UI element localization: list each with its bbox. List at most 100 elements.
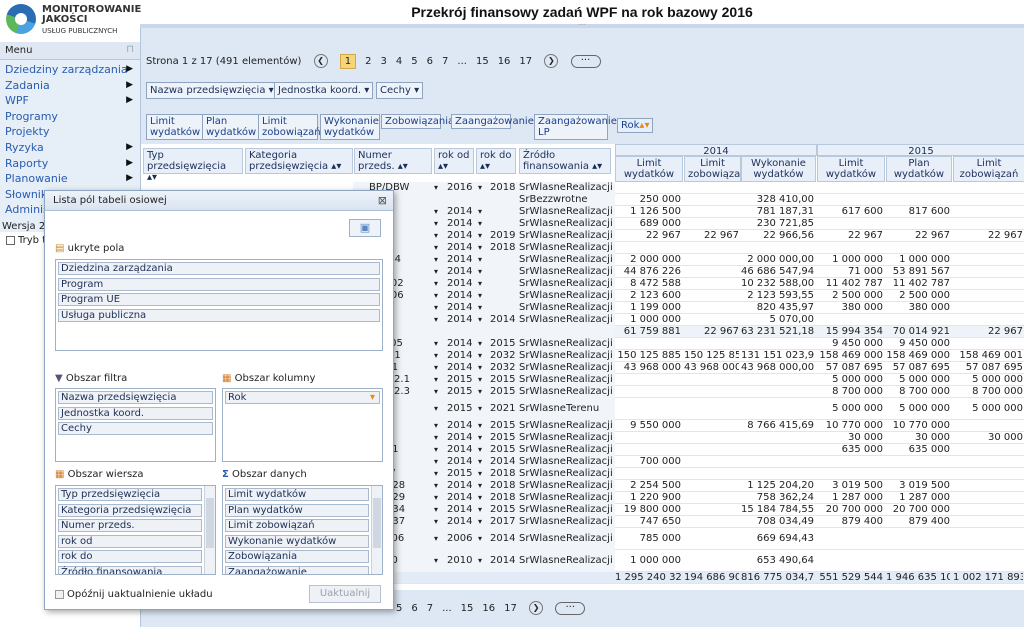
expand-icon[interactable]: ▾ bbox=[478, 290, 482, 302]
field-item[interactable]: Jednostka koord. bbox=[58, 406, 213, 420]
more-pages-button[interactable]: ··· bbox=[570, 54, 601, 68]
sort-dropdown-icon[interactable]: ▴▾ bbox=[328, 161, 341, 172]
field-item[interactable]: rok do bbox=[58, 550, 202, 563]
menu-item[interactable]: Ryzyka ▶ bbox=[5, 141, 133, 154]
expand-icon[interactable]: ▾ bbox=[478, 182, 482, 194]
expand-icon[interactable]: ▾ bbox=[478, 480, 482, 492]
column-fields-box[interactable]: Rok ▾ bbox=[222, 388, 383, 462]
expand-icon[interactable]: ▾ bbox=[478, 504, 482, 516]
field-item[interactable]: Program bbox=[58, 277, 380, 291]
row-field-header[interactable]: Kategoria przedsięwzięcia ▴▾ bbox=[245, 148, 353, 174]
page-link[interactable]: 3 bbox=[381, 56, 387, 67]
expand-icon[interactable]: ▾ bbox=[478, 456, 482, 468]
pin-icon[interactable]: ⊓ bbox=[126, 44, 134, 55]
expand-icon[interactable]: ▾ bbox=[434, 432, 438, 444]
field-item[interactable]: Źródło finansowania bbox=[58, 565, 202, 574]
dropdown-icon[interactable]: ▾ bbox=[411, 85, 419, 96]
sort-dropdown-icon[interactable]: ▴▾ bbox=[480, 161, 490, 172]
expand-icon[interactable]: ▾ bbox=[434, 456, 438, 468]
expand-icon[interactable]: ▾ bbox=[478, 386, 482, 398]
page-link[interactable]: 6 bbox=[411, 603, 417, 614]
expand-icon[interactable]: ▾ bbox=[434, 350, 438, 362]
field-item[interactable]: Limit wydatków bbox=[225, 488, 369, 501]
field-item[interactable]: Usługa publiczna bbox=[58, 308, 380, 322]
expand-icon[interactable]: ▾ bbox=[434, 504, 438, 516]
scrollbar-thumb[interactable] bbox=[373, 498, 381, 548]
filter-field-button[interactable]: Cechy ▾ bbox=[376, 82, 424, 99]
sort-icon[interactable]: ▾ bbox=[370, 392, 375, 403]
menu-item[interactable]: Raporty ▶ bbox=[5, 157, 133, 170]
expand-icon[interactable]: ▾ bbox=[478, 266, 482, 278]
page-link[interactable]: 15 bbox=[476, 56, 489, 67]
field-item[interactable]: Wykonanie wydatków bbox=[225, 534, 369, 548]
row-field-header[interactable]: Numer przeds. ▴▾ bbox=[354, 148, 432, 174]
row-field-header[interactable]: Źródło finansowania ▴▾ bbox=[519, 148, 611, 174]
dropdown-icon[interactable]: ▾ bbox=[265, 85, 274, 96]
expand-icon[interactable]: ▾ bbox=[478, 362, 482, 374]
update-button[interactable]: Uaktualnij bbox=[309, 585, 381, 603]
expand-icon[interactable]: ▾ bbox=[434, 362, 438, 374]
data-field-button[interactable]: Plan wydatków bbox=[202, 114, 262, 140]
checkbox-icon[interactable] bbox=[6, 235, 15, 245]
expand-icon[interactable]: ▾ bbox=[478, 444, 482, 456]
dialog-header[interactable]: Lista pól tabeli osiowej ⊠ bbox=[45, 191, 393, 211]
field-item[interactable]: Program UE bbox=[58, 293, 380, 306]
filter-field-button[interactable]: Nazwa przedsięwzięcia ▾ bbox=[146, 82, 278, 99]
page-link[interactable]: 6 bbox=[427, 56, 433, 67]
expand-icon[interactable]: ▾ bbox=[478, 314, 482, 326]
expand-icon[interactable]: ▾ bbox=[434, 386, 438, 398]
expand-icon[interactable]: ▾ bbox=[434, 278, 438, 290]
field-item[interactable]: Nazwa przedsięwzięcia bbox=[58, 391, 213, 404]
page-link[interactable]: 5 bbox=[411, 56, 417, 67]
row-field-header[interactable]: rok do ▴▾ bbox=[476, 148, 516, 174]
field-item[interactable]: Dziedzina zarządzania bbox=[58, 262, 380, 275]
data-field-button[interactable]: Limit zobowiązań bbox=[258, 114, 321, 140]
expand-icon[interactable]: ▾ bbox=[434, 242, 438, 254]
sort-dropdown-icon[interactable]: ▴▾ bbox=[438, 161, 448, 172]
tryb-checkbox[interactable]: Tryb t bbox=[6, 235, 46, 246]
scrollbar[interactable] bbox=[371, 486, 382, 574]
expand-icon[interactable]: ▾ bbox=[434, 206, 438, 218]
expand-icon[interactable]: ▾ bbox=[434, 550, 438, 572]
page-link[interactable]: 2 bbox=[365, 56, 371, 67]
data-field-button[interactable]: Zobowiązania bbox=[381, 114, 454, 129]
data-fields-box[interactable]: Limit wydatków Plan wydatków Limit zobowią… bbox=[222, 485, 383, 575]
data-field-button[interactable]: Zaangażowanie bbox=[451, 114, 534, 129]
data-field-button[interactable]: Wykonanie wydatków bbox=[320, 114, 380, 140]
expand-icon[interactable]: ▾ bbox=[478, 350, 482, 362]
next-page-icon[interactable]: ❯ bbox=[529, 601, 544, 615]
expand-icon[interactable]: ▾ bbox=[478, 242, 482, 254]
expand-icon[interactable]: ▾ bbox=[434, 182, 438, 194]
page-link[interactable]: 17 bbox=[519, 56, 532, 67]
dropdown-icon[interactable]: ▾ bbox=[361, 85, 369, 96]
page-link[interactable]: 5 bbox=[396, 603, 402, 614]
more-pages-button[interactable]: ··· bbox=[555, 601, 586, 615]
expand-icon[interactable]: ▾ bbox=[434, 218, 438, 230]
checkbox-icon[interactable] bbox=[55, 589, 64, 599]
menu-item[interactable]: Zadania ▶ bbox=[5, 79, 133, 92]
expand-icon[interactable]: ▾ bbox=[434, 266, 438, 278]
page-link[interactable]: 17 bbox=[504, 603, 517, 614]
row-fields-box[interactable]: Typ przedsięwzięcia Kategoria przedsięwzi… bbox=[55, 485, 216, 575]
hidden-fields-box[interactable]: Dziedzina zarządzania Program Program UE Us… bbox=[55, 259, 383, 351]
page-link[interactable]: 1 bbox=[339, 54, 357, 69]
sort-filter-icon[interactable]: ▴▾ bbox=[639, 120, 649, 131]
filter-fields-box[interactable]: Nazwa przedsięwzięcia Jednostka koord. Cec… bbox=[55, 388, 216, 462]
page-link[interactable]: 15 bbox=[461, 603, 474, 614]
expand-icon[interactable]: ▾ bbox=[434, 290, 438, 302]
page-link[interactable]: 7 bbox=[427, 603, 433, 614]
expand-icon[interactable]: ▾ bbox=[434, 398, 438, 420]
field-item[interactable]: Cechy bbox=[58, 422, 213, 435]
expand-icon[interactable]: ▾ bbox=[434, 302, 438, 314]
expand-icon[interactable]: ▾ bbox=[478, 516, 482, 528]
expand-icon[interactable]: ▾ bbox=[478, 254, 482, 266]
scrollbar-thumb[interactable] bbox=[206, 498, 214, 548]
expand-icon[interactable]: ▾ bbox=[478, 230, 482, 242]
expand-icon[interactable]: ▾ bbox=[478, 218, 482, 230]
page-link[interactable]: 16 bbox=[498, 56, 511, 67]
field-item[interactable]: Typ przedsięwzięcia bbox=[58, 488, 202, 501]
next-page-icon[interactable]: ❯ bbox=[544, 54, 559, 68]
page-link[interactable]: 16 bbox=[482, 603, 495, 614]
field-item[interactable]: Zaangażowanie bbox=[225, 565, 369, 574]
expand-icon[interactable]: ▾ bbox=[434, 480, 438, 492]
